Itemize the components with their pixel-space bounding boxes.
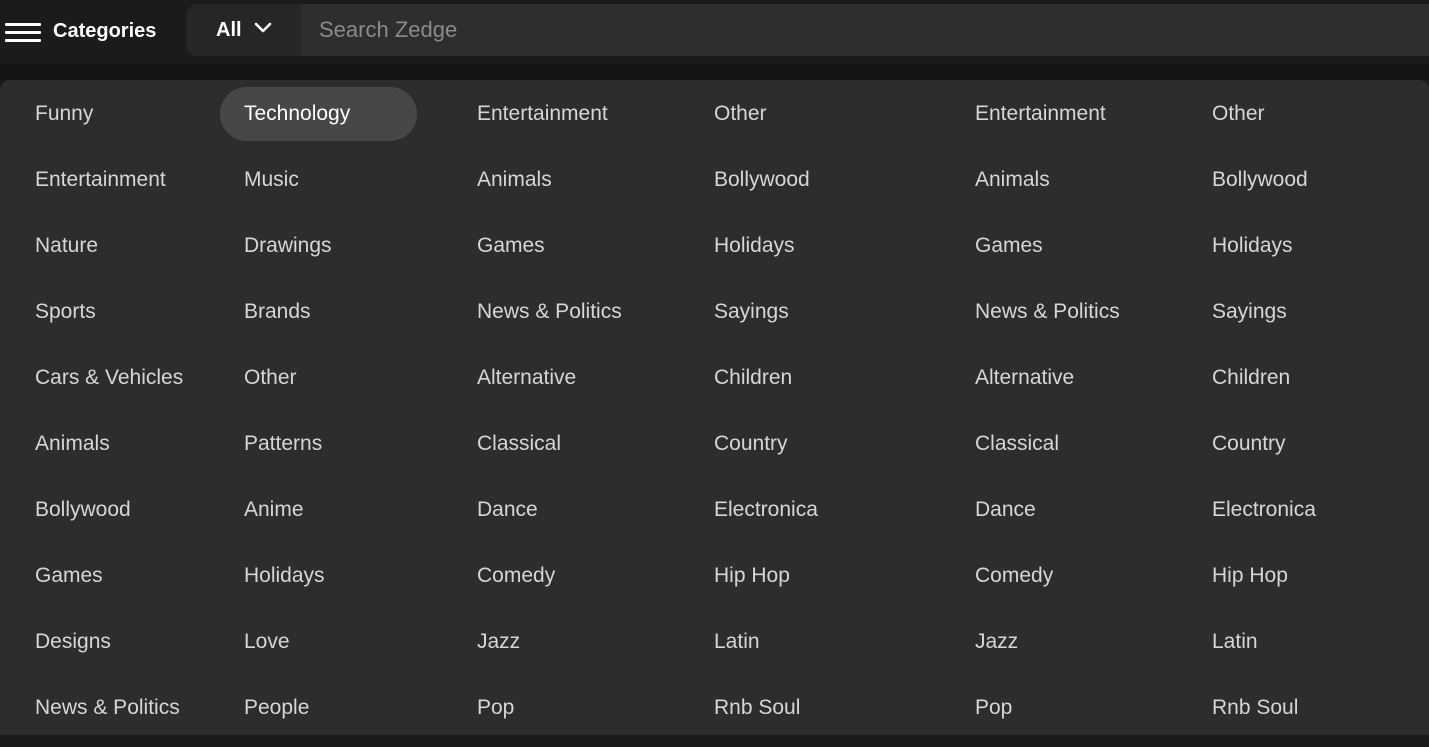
search-filter-dropdown[interactable]: All <box>186 4 301 56</box>
category-column-5: Entertainment Animals Games News & Polit… <box>951 87 1144 747</box>
category-item[interactable]: Animals <box>11 417 207 471</box>
category-item[interactable]: Comedy <box>951 549 1144 603</box>
category-item[interactable]: Nature <box>11 219 207 273</box>
category-item[interactable]: Dance <box>453 483 646 537</box>
category-column-6: Other Bollywood Holidays Sayings Childre… <box>1188 87 1340 747</box>
category-column-4: Other Bollywood Holidays Sayings Childre… <box>690 87 842 747</box>
category-column-2: Technology Music Drawings Brands Other P… <box>220 87 417 747</box>
category-item[interactable]: Children <box>1188 351 1340 405</box>
category-item[interactable]: Alternative <box>951 351 1144 405</box>
category-item[interactable]: Animals <box>453 153 646 207</box>
category-item[interactable]: Latin <box>690 615 842 669</box>
category-item[interactable]: Pop <box>453 681 646 735</box>
category-item[interactable]: Games <box>453 219 646 273</box>
chevron-down-icon <box>254 22 272 33</box>
category-item[interactable]: Rnb Soul <box>1188 681 1340 735</box>
top-bar: Categories All <box>0 0 1429 64</box>
category-item-active[interactable]: Technology <box>220 87 417 141</box>
category-item[interactable]: Love <box>220 615 417 669</box>
header-divider <box>0 64 1429 80</box>
category-item[interactable]: Music <box>220 153 417 207</box>
category-item[interactable]: Pop <box>951 681 1144 735</box>
category-item[interactable]: Sports <box>11 285 207 339</box>
filter-selected-value: All <box>216 19 242 41</box>
hamburger-menu-icon[interactable] <box>5 19 41 45</box>
category-item[interactable]: Children <box>690 351 842 405</box>
category-item[interactable]: Bollywood <box>1188 153 1340 207</box>
category-item[interactable]: News & Politics <box>11 681 207 735</box>
category-item[interactable]: Cars & Vehicles <box>11 351 207 405</box>
category-item[interactable]: News & Politics <box>951 285 1144 339</box>
category-item[interactable]: Brands <box>220 285 417 339</box>
category-item[interactable]: Electronica <box>1188 483 1340 537</box>
category-item[interactable]: Entertainment <box>11 153 207 207</box>
search-input[interactable] <box>301 4 1429 56</box>
category-column-1: Funny Entertainment Nature Sports Cars &… <box>11 87 207 747</box>
category-column-3: Entertainment Animals Games News & Polit… <box>453 87 646 747</box>
category-item[interactable]: Games <box>951 219 1144 273</box>
category-item[interactable]: Jazz <box>951 615 1144 669</box>
category-item[interactable]: Sayings <box>1188 285 1340 339</box>
category-item[interactable]: Holidays <box>220 549 417 603</box>
category-item[interactable]: Patterns <box>220 417 417 471</box>
category-item[interactable]: Other <box>690 87 842 141</box>
category-item[interactable]: Designs <box>11 615 207 669</box>
category-item[interactable]: Electronica <box>690 483 842 537</box>
category-item[interactable]: Entertainment <box>951 87 1144 141</box>
category-item[interactable]: Hip Hop <box>690 549 842 603</box>
categories-panel: Funny Entertainment Nature Sports Cars &… <box>0 80 1429 735</box>
category-item[interactable]: Anime <box>220 483 417 537</box>
category-item[interactable]: Hip Hop <box>1188 549 1340 603</box>
category-item[interactable]: Holidays <box>1188 219 1340 273</box>
category-item[interactable]: Entertainment <box>453 87 646 141</box>
category-item[interactable]: Drawings <box>220 219 417 273</box>
category-item[interactable]: People <box>220 681 417 735</box>
category-item[interactable]: Rnb Soul <box>690 681 842 735</box>
category-item[interactable]: Classical <box>453 417 646 471</box>
category-item[interactable]: Bollywood <box>11 483 207 537</box>
search-bar: All <box>186 4 1429 56</box>
category-item[interactable]: Comedy <box>453 549 646 603</box>
category-item[interactable]: Country <box>690 417 842 471</box>
category-item[interactable]: Bollywood <box>690 153 842 207</box>
category-item[interactable]: Alternative <box>453 351 646 405</box>
category-item[interactable]: Other <box>220 351 417 405</box>
category-item[interactable]: Latin <box>1188 615 1340 669</box>
category-item[interactable]: Funny <box>11 87 207 141</box>
categories-label: Categories <box>53 20 157 42</box>
category-item[interactable]: Other <box>1188 87 1340 141</box>
category-item[interactable]: Country <box>1188 417 1340 471</box>
category-item[interactable]: News & Politics <box>453 285 646 339</box>
category-item[interactable]: Jazz <box>453 615 646 669</box>
category-item[interactable]: Classical <box>951 417 1144 471</box>
category-item[interactable]: Sayings <box>690 285 842 339</box>
category-item[interactable]: Games <box>11 549 207 603</box>
category-item[interactable]: Holidays <box>690 219 842 273</box>
category-item[interactable]: Dance <box>951 483 1144 537</box>
category-item[interactable]: Animals <box>951 153 1144 207</box>
